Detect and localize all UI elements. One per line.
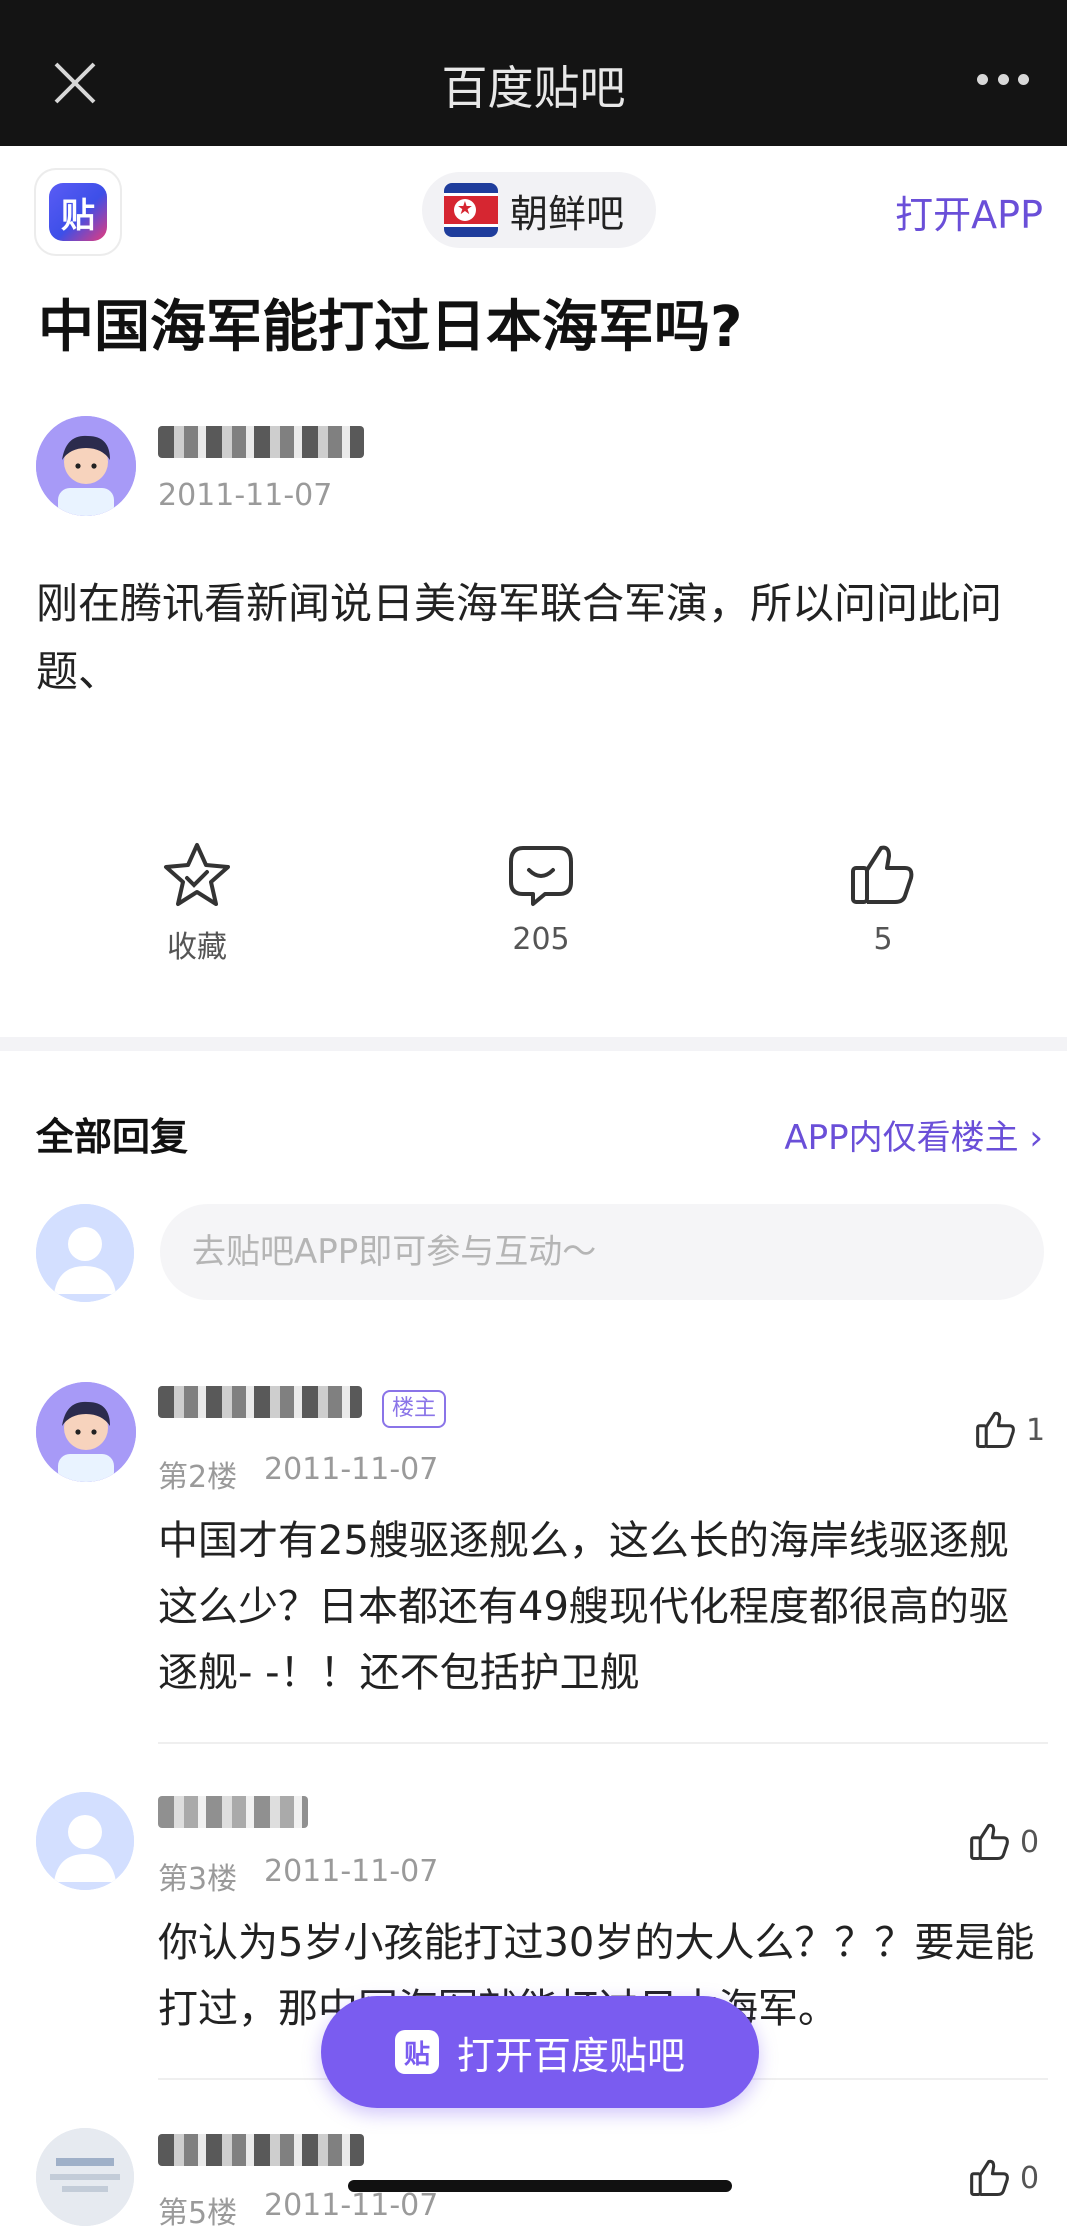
tieba-logo[interactable]: 贴: [36, 170, 120, 254]
reply-avatar[interactable]: [36, 1382, 136, 1482]
thumbs-up-icon: [970, 1823, 1009, 1861]
floor-number: 第2楼: [158, 1460, 238, 1495]
open-tieba-button[interactable]: 贴 打开百度贴吧: [321, 1996, 759, 2108]
post-title: 中国海军能打过日本海军吗?: [38, 295, 743, 360]
cartoon-avatar-icon: [36, 416, 136, 516]
author-avatar[interactable]: [36, 416, 136, 516]
like-count: 5: [873, 922, 893, 957]
thumbs-up-icon: [970, 2159, 1009, 2197]
op-badge: 楼主: [382, 1390, 447, 1428]
reply-like[interactable]: 1: [974, 1408, 1045, 1452]
tieba-icon: 贴: [394, 2030, 439, 2074]
open-app-link[interactable]: 打开APP: [895, 184, 1043, 239]
page-title: 百度贴吧: [441, 61, 626, 115]
reply-avatar[interactable]: [36, 1792, 134, 1890]
thumbs-up-icon: [851, 845, 914, 904]
comment-button[interactable]: 205: [441, 840, 641, 957]
reply-date: 2011-11-07: [264, 1452, 439, 1487]
open-tieba-label: 打开百度贴吧: [456, 2033, 685, 2078]
thumbs-up-icon: [976, 1411, 1015, 1449]
reply-like-count: 0: [1020, 2160, 1040, 2196]
reply-username-redacted: [158, 1796, 308, 1828]
only-op-link[interactable]: APP内仅看楼主 ›: [784, 1110, 1043, 1159]
user-placeholder-icon: [36, 1792, 134, 1890]
forum-header: 贴 ★ 朝鲜吧 打开APP: [0, 146, 1067, 278]
user-placeholder-icon: [36, 1204, 134, 1302]
reply-avatar[interactable]: [36, 2128, 134, 2226]
reply-input[interactable]: 去贴吧APP即可参与互动～: [160, 1204, 1044, 1300]
reply-date: 2011-11-07: [264, 1854, 439, 1889]
reply-like-count: 1: [1026, 1412, 1046, 1448]
top-bar: 百度贴吧: [0, 0, 1067, 146]
star-icon: [164, 843, 230, 906]
reply-like[interactable]: 0: [968, 1820, 1039, 1864]
reply-username-redacted: [158, 1386, 362, 1418]
tieba-logo-icon: 贴: [49, 183, 107, 241]
reply-like-count: 0: [1020, 1824, 1040, 1860]
post-date: 2011-11-07: [158, 478, 333, 513]
cartoon-avatar-icon: [36, 1382, 136, 1482]
comment-count: 205: [512, 922, 570, 957]
north-korea-flag-icon: ★: [444, 183, 498, 237]
post-content: 刚在腾讯看新闻说日美海军联合军演，所以问问此问题、: [36, 579, 1003, 696]
like-button[interactable]: 5: [783, 840, 983, 957]
more-icon[interactable]: [977, 74, 1029, 90]
post-actions: 收藏 205 5: [0, 840, 1067, 970]
favorite-button[interactable]: 收藏: [97, 840, 297, 966]
floor-number: 第3楼: [158, 1862, 238, 1897]
photo-avatar-icon: [36, 2128, 134, 2226]
comment-icon: [509, 846, 573, 906]
home-indicator[interactable]: [348, 2180, 732, 2192]
reply-like[interactable]: 0: [968, 2156, 1039, 2200]
forum-name: 朝鲜吧: [510, 191, 625, 236]
forum-link[interactable]: ★ 朝鲜吧: [422, 172, 656, 248]
reply-username-redacted: [158, 2134, 364, 2166]
section-divider: [0, 1037, 1067, 1051]
author-name-redacted: [158, 426, 364, 458]
replies-title: 全部回复: [36, 1115, 189, 1159]
reply-separator: [158, 1742, 1048, 1744]
floor-number: 第5楼: [158, 2196, 238, 2231]
favorite-label: 收藏: [167, 930, 227, 965]
reply-text: 中国才有25艘驱逐舰么，这么长的海岸线驱逐舰这么少？日本都还有49艘现代化程度都…: [158, 1518, 1009, 1696]
my-avatar: [36, 1204, 134, 1302]
